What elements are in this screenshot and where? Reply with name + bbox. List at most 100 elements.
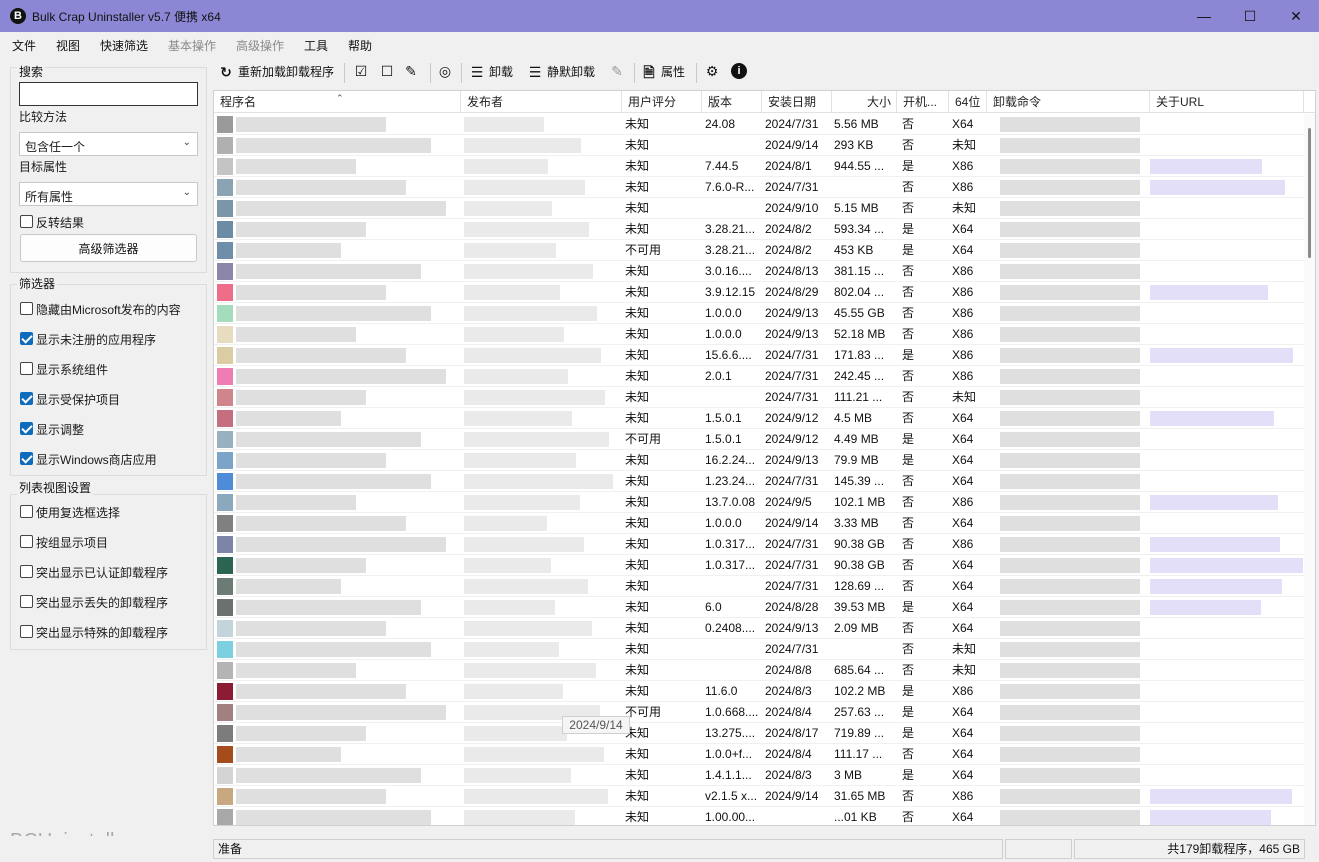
- menu-view[interactable]: 视图: [56, 37, 80, 54]
- column-header-install-date[interactable]: 安装日期: [762, 91, 832, 113]
- target-button[interactable]: ◎: [437, 63, 453, 83]
- redacted-publisher: [464, 474, 613, 489]
- target-property-select[interactable]: 所有属性 ⌄: [19, 182, 198, 206]
- table-row[interactable]: 未知 24.08 2024/7/31 5.56 MB 否 X64: [214, 114, 1304, 135]
- redacted-about-url[interactable]: [1150, 558, 1303, 573]
- quiet-uninstall-button[interactable]: ☰ 静默卸载: [527, 63, 595, 83]
- column-header-publisher[interactable]: 发布者: [461, 91, 622, 113]
- table-row[interactable]: 未知 1.0.0+f... 2024/8/4 111.17 ... 否 X64: [214, 744, 1304, 765]
- redacted-about-url[interactable]: [1150, 789, 1292, 804]
- column-header-64bit[interactable]: 64位: [949, 91, 987, 113]
- redacted-about-url[interactable]: [1150, 411, 1274, 426]
- table-row[interactable]: 未知 1.5.0.1 2024/9/12 4.5 MB 否 X64: [214, 408, 1304, 429]
- checkbox-checked[interactable]: [20, 452, 33, 465]
- redacted-about-url[interactable]: [1150, 180, 1285, 195]
- select-none-button[interactable]: ☐: [379, 63, 395, 83]
- search-input[interactable]: [19, 82, 198, 106]
- table-row[interactable]: 未知 1.0.317... 2024/7/31 90.38 GB 否 X86: [214, 534, 1304, 555]
- column-header-about-url[interactable]: 关于URL: [1150, 91, 1304, 113]
- menu-tools[interactable]: 工具: [304, 37, 328, 54]
- checkbox-unchecked[interactable]: [20, 595, 33, 608]
- menu-advanced-ops[interactable]: 高级操作: [236, 37, 284, 54]
- settings-button[interactable]: ⚙: [704, 63, 720, 83]
- redacted-about-url[interactable]: [1150, 579, 1282, 594]
- redacted-about-url[interactable]: [1150, 537, 1280, 552]
- table-row[interactable]: 未知 0.2408.... 2024/9/13 2.09 MB 否 X64: [214, 618, 1304, 639]
- checkbox-unchecked[interactable]: [20, 362, 33, 375]
- checkbox-unchecked[interactable]: [20, 565, 33, 578]
- table-row[interactable]: 未知 1.00.00... ...01 KB 否 X64: [214, 807, 1304, 825]
- redacted-about-url[interactable]: [1150, 285, 1268, 300]
- menu-basic-ops[interactable]: 基本操作: [168, 37, 216, 54]
- redacted-about-url[interactable]: [1150, 159, 1262, 174]
- table-row[interactable]: 未知 1.23.24... 2024/7/31 145.39 ... 否 X64: [214, 471, 1304, 492]
- column-header-uninstall-command[interactable]: 卸载命令: [987, 91, 1150, 113]
- checkbox-checked[interactable]: [20, 422, 33, 435]
- table-row[interactable]: 未知 3.28.21... 2024/8/2 593.34 ... 是 X64: [214, 219, 1304, 240]
- table-row[interactable]: 未知 1.0.0.0 2024/9/13 45.55 GB 否 X86: [214, 303, 1304, 324]
- table-row[interactable]: 未知 13.7.0.08 2024/9/5 102.1 MB 否 X86: [214, 492, 1304, 513]
- column-header-startup[interactable]: 开机...: [897, 91, 949, 113]
- checkbox-checked[interactable]: [20, 332, 33, 345]
- checkbox-checked[interactable]: [20, 392, 33, 405]
- vertical-scrollbar[interactable]: [1304, 114, 1315, 825]
- table-row[interactable]: 未知 3.9.12.15 2024/8/29 802.04 ... 否 X86: [214, 282, 1304, 303]
- maximize-button[interactable]: ☐: [1227, 0, 1273, 32]
- table-row[interactable]: 未知 2024/9/14 293 KB 否 未知: [214, 135, 1304, 156]
- redacted-about-url[interactable]: [1150, 348, 1293, 363]
- redacted-about-url[interactable]: [1150, 600, 1261, 615]
- program-icon: [217, 767, 233, 784]
- minimize-button[interactable]: —: [1181, 0, 1227, 32]
- table-row[interactable]: 未知 6.0 2024/8/28 39.53 MB 是 X64: [214, 597, 1304, 618]
- table-row[interactable]: 不可用 3.28.21... 2024/8/2 453 KB 是 X64: [214, 240, 1304, 261]
- edit-button[interactable]: ✎: [609, 63, 625, 83]
- compare-method-select[interactable]: 包含任一个 ⌄: [19, 132, 198, 156]
- table-row[interactable]: 未知 11.6.0 2024/8/3 102.2 MB 是 X86: [214, 681, 1304, 702]
- table-row[interactable]: 未知 2024/7/31 否 未知: [214, 639, 1304, 660]
- table-row[interactable]: 未知 16.2.24... 2024/9/13 79.9 MB 是 X64: [214, 450, 1304, 471]
- table-row[interactable]: 未知 1.4.1.1... 2024/8/3 3 MB 是 X64: [214, 765, 1304, 786]
- table-row[interactable]: 未知 7.44.5 2024/8/1 944.55 ... 是 X86: [214, 156, 1304, 177]
- checkbox-unchecked[interactable]: [20, 505, 33, 518]
- checkbox-unchecked[interactable]: [20, 625, 33, 638]
- menu-quick-filter[interactable]: 快速筛选: [100, 37, 148, 54]
- about-button[interactable]: i: [731, 63, 747, 83]
- reload-uninstallers-button[interactable]: ↻ 重新加载卸载程序: [218, 63, 334, 83]
- table-row[interactable]: 未知 2.0.1 2024/7/31 242.45 ... 否 X86: [214, 366, 1304, 387]
- advanced-filter-button[interactable]: 高级筛选器: [20, 234, 197, 262]
- cell-startup: 否: [902, 138, 915, 152]
- table-row[interactable]: 不可用 1.0.668.... 2024/8/4 257.63 ... 是 X64: [214, 702, 1304, 723]
- redacted-about-url[interactable]: [1150, 810, 1271, 825]
- checkbox-box[interactable]: [20, 215, 33, 228]
- checkbox-unchecked[interactable]: [20, 302, 33, 315]
- table-row[interactable]: 未知 15.6.6.... 2024/7/31 171.83 ... 是 X86: [214, 345, 1304, 366]
- column-header-name[interactable]: 程序名 ⌃: [214, 91, 461, 113]
- checkbox-unchecked[interactable]: [20, 535, 33, 548]
- column-header-size[interactable]: 大小: [832, 91, 897, 113]
- menu-file[interactable]: 文件: [12, 37, 36, 54]
- properties-button[interactable]: 🗎 属性: [641, 63, 685, 83]
- table-row[interactable]: 不可用 1.5.0.1 2024/9/12 4.49 MB 是 X64: [214, 429, 1304, 450]
- column-header-rating[interactable]: 用户评分: [622, 91, 702, 113]
- table-row[interactable]: 未知 2024/8/8 685.64 ... 否 未知: [214, 660, 1304, 681]
- table-row[interactable]: 未知 2024/7/31 128.69 ... 否 X64: [214, 576, 1304, 597]
- invert-selection-button[interactable]: ✎: [403, 63, 419, 83]
- title-bar[interactable]: B Bulk Crap Uninstaller v5.7 便携 x64 — ☐ …: [0, 0, 1319, 32]
- close-button[interactable]: ✕: [1273, 0, 1319, 32]
- redacted-about-url[interactable]: [1150, 495, 1278, 510]
- table-row[interactable]: 未知 13.275.... 2024/8/17 719.89 ... 是 X64: [214, 723, 1304, 744]
- scrollbar-thumb[interactable]: [1308, 128, 1311, 258]
- select-all-button[interactable]: ☑: [353, 63, 369, 83]
- table-row[interactable]: 未知 1.0.0.0 2024/9/13 52.18 MB 否 X86: [214, 324, 1304, 345]
- table-row[interactable]: 未知 2024/7/31 111.21 ... 否 未知: [214, 387, 1304, 408]
- table-row[interactable]: 未知 2024/9/10 5.15 MB 否 未知: [214, 198, 1304, 219]
- column-header-version[interactable]: 版本: [702, 91, 762, 113]
- table-row[interactable]: 未知 3.0.16.... 2024/8/13 381.15 ... 否 X86: [214, 261, 1304, 282]
- menu-help[interactable]: 帮助: [348, 37, 372, 54]
- table-row[interactable]: 未知 v2.1.5 x... 2024/9/14 31.65 MB 否 X86: [214, 786, 1304, 807]
- table-row[interactable]: 未知 1.0.0.0 2024/9/14 3.33 MB 否 X64: [214, 513, 1304, 534]
- table-row[interactable]: 未知 1.0.317... 2024/7/31 90.38 GB 否 X64: [214, 555, 1304, 576]
- uninstaller-list[interactable]: 程序名 ⌃ 发布者 用户评分 版本 安装日期 大小 开机... 64位 卸载命令 …: [213, 90, 1316, 826]
- uninstall-button[interactable]: ☰ 卸载: [469, 63, 513, 83]
- table-row[interactable]: 未知 7.6.0-R... 2024/7/31 否 X86: [214, 177, 1304, 198]
